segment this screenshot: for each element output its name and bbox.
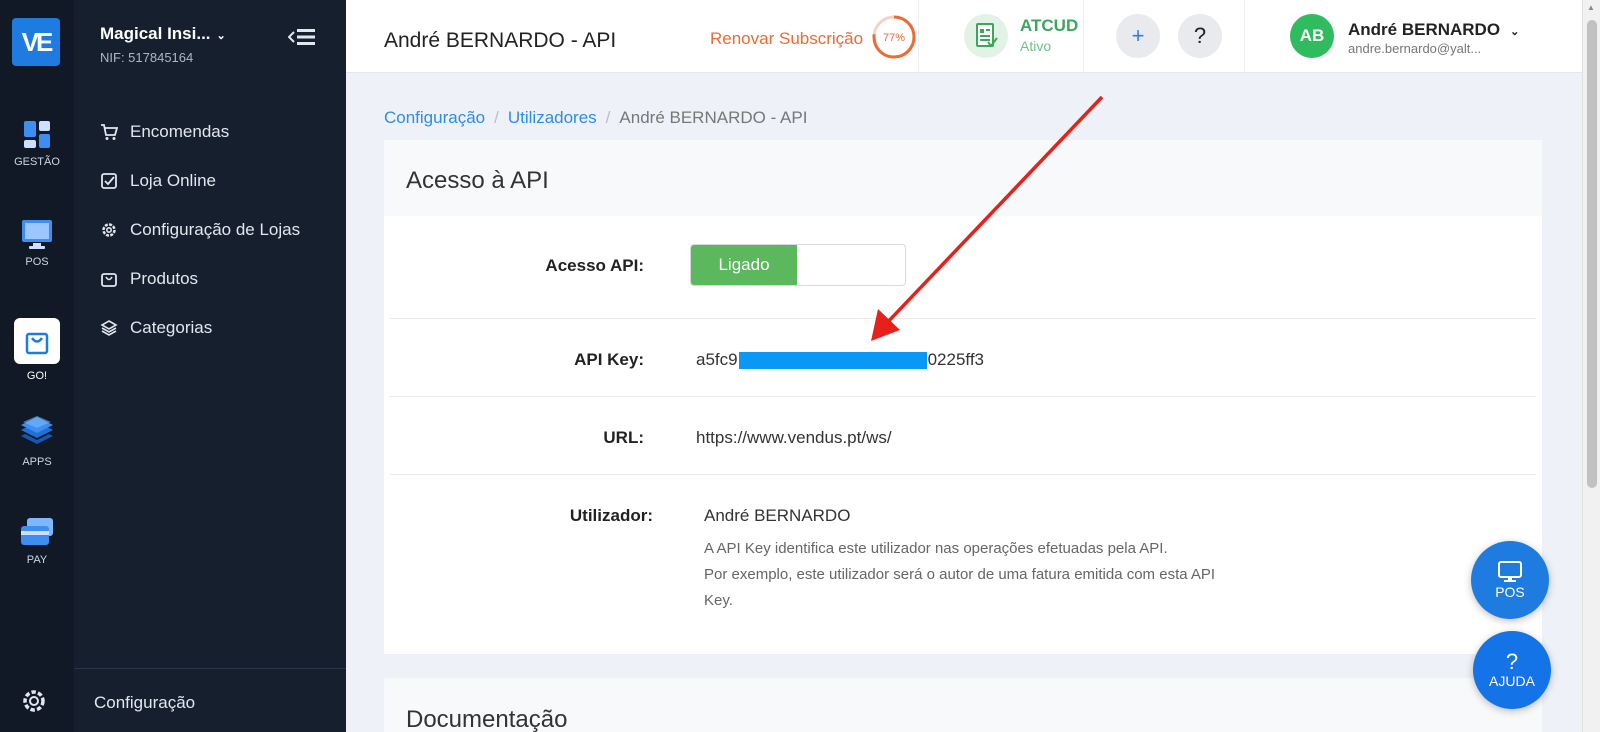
rail-label: GO! [26,370,48,382]
settings-link[interactable]: Configuração [94,693,195,713]
row-divider [390,318,1536,319]
api-key-redaction [738,351,927,369]
subscription-progress-ring: 77% [872,15,916,59]
shopping-bag-icon [25,332,49,355]
fab-label: POS [1495,584,1525,600]
fab-label: AJUDA [1489,673,1535,689]
gear-icon [102,223,116,237]
header-divider [1083,0,1084,73]
breadcrumb-current: André BERNARDO - API [619,108,808,127]
menu-item-label: Encomendas [130,122,230,141]
user-menu[interactable]: André BERNARDO ⌄ [1348,20,1519,40]
documentation-title: Documentação [406,706,568,732]
go-icon-box [14,318,60,364]
rail-label: POS [25,256,49,268]
rail-item-gestao[interactable]: GESTÃO [0,118,74,168]
top-header: André BERNARDO - API Renovar Subscrição … [346,0,1582,73]
dashboard-icon [24,121,50,148]
atcud-status: Ativo [1020,38,1052,54]
help-line: A API Key identifica este utilizador nas… [704,540,1168,557]
company-name: Magical Insi... ⌄ [100,24,226,43]
pos-floating-button[interactable]: POS [1471,541,1549,619]
breadcrumb: Configuração / Utilizadores / André BERN… [384,108,807,128]
progress-label: 77% [883,32,905,44]
header-divider [1244,0,1245,73]
api-key-suffix: 0225ff3 [927,350,985,369]
avatar[interactable]: AB [1290,14,1334,58]
app-logo[interactable]: VE [12,18,60,66]
atcud-title: ATCUD [1020,16,1079,35]
page-scrollbar[interactable]: ▲ [1582,0,1600,732]
scrollbar-thumb[interactable] [1587,20,1597,488]
card-title: Acesso à API [406,167,549,194]
company-selector[interactable]: Magical Insi... ⌄ NIF: 517845164 [100,24,226,65]
atcud-document-icon[interactable] [964,14,1008,58]
renew-subscription-link[interactable]: Renovar Subscrição [710,29,863,49]
page-title: André BERNARDO - API [384,29,617,52]
cart-icon [101,124,118,140]
rail-item-pos[interactable]: POS [0,218,74,268]
documentation-card: Documentação [384,678,1542,732]
rail-label: PAY [26,554,48,566]
row-divider [390,474,1536,475]
user-email: andre.bernardo@yalt... [1348,41,1482,56]
menu-item-loja-online[interactable]: Loja Online [100,171,216,191]
question-icon: ? [1505,649,1519,674]
help-button[interactable]: ? [1178,14,1222,58]
breadcrumb-configuracao[interactable]: Configuração [384,108,485,128]
breadcrumb-separator: / [494,108,499,127]
chevron-down-icon: ⌄ [1510,26,1520,38]
url-value: https://www.vendus.pt/ws/ [696,428,892,447]
menu-item-label: Configuração de Lojas [130,220,301,239]
api-access-label: Acesso API: [545,256,644,275]
menu-footer: Configuração [23,668,346,732]
menu-item-label: Categorias [130,318,213,337]
menu-item-label: Loja Online [130,171,217,190]
user-value: André BERNARDO [704,506,851,525]
monitor-icon [22,220,52,249]
api-key-value: a5fc9 0225ff3 [696,350,984,370]
checkbox-icon [101,173,117,189]
question-icon: ? [1193,23,1207,48]
menu-item-categorias[interactable]: Categorias [100,318,212,338]
menu-sidebar: Magical Insi... ⌄ NIF: 517845164 Encomend… [23,0,346,732]
add-button[interactable]: + [1116,14,1160,58]
rail-label: GESTÃO [14,156,60,168]
user-label: Utilizador: [569,506,653,525]
icon-rail: VE GESTÃO POS GO! APPS PAY [0,0,74,732]
card-header: Acesso à API [384,140,1542,216]
rail-item-pay[interactable]: PAY [0,516,74,566]
rail-item-go[interactable]: GO! [0,318,74,382]
rail-item-apps[interactable]: APPS [0,416,74,468]
api-access-card: Acesso à API Acesso API: Ligado API Key:… [384,140,1542,654]
menu-item-label: Produtos [130,269,199,288]
menu-item-encomendas[interactable]: Encomendas [100,122,229,142]
chevron-down-icon: ⌄ [216,30,226,42]
menu-item-produtos[interactable]: Produtos [100,269,198,289]
collapse-menu-icon[interactable] [288,26,318,48]
monitor-icon [1498,561,1522,582]
menu-item-configuracao-lojas[interactable]: Configuração de Lojas [100,220,300,240]
company-nif: NIF: 517845164 [100,50,194,65]
api-key-label: API Key: [574,350,644,369]
url-label: URL: [603,428,644,447]
bag-icon [101,273,117,287]
scroll-up-arrow-icon[interactable]: ▲ [1587,3,1595,12]
toggle-on-option[interactable]: Ligado [691,245,797,285]
row-divider [390,396,1536,397]
api-key-help-text: A API Key identifica este utilizador nas… [704,536,1224,614]
help-floating-button[interactable]: ? AJUDA [1473,631,1551,709]
help-line: Por exemplo, este utilizador será o auto… [704,566,1216,609]
layers-icon [21,416,53,444]
breadcrumb-separator: / [605,108,611,127]
plus-icon: + [1131,23,1145,48]
breadcrumb-utilizadores[interactable]: Utilizadores [508,108,597,128]
credit-card-icon [21,518,53,545]
api-access-toggle[interactable]: Ligado [690,244,906,286]
stack-icon [100,320,118,336]
settings-gear-icon[interactable] [20,687,48,715]
rail-label: APPS [22,456,52,468]
api-key-prefix: a5fc9 [696,350,738,369]
header-divider [918,0,919,73]
